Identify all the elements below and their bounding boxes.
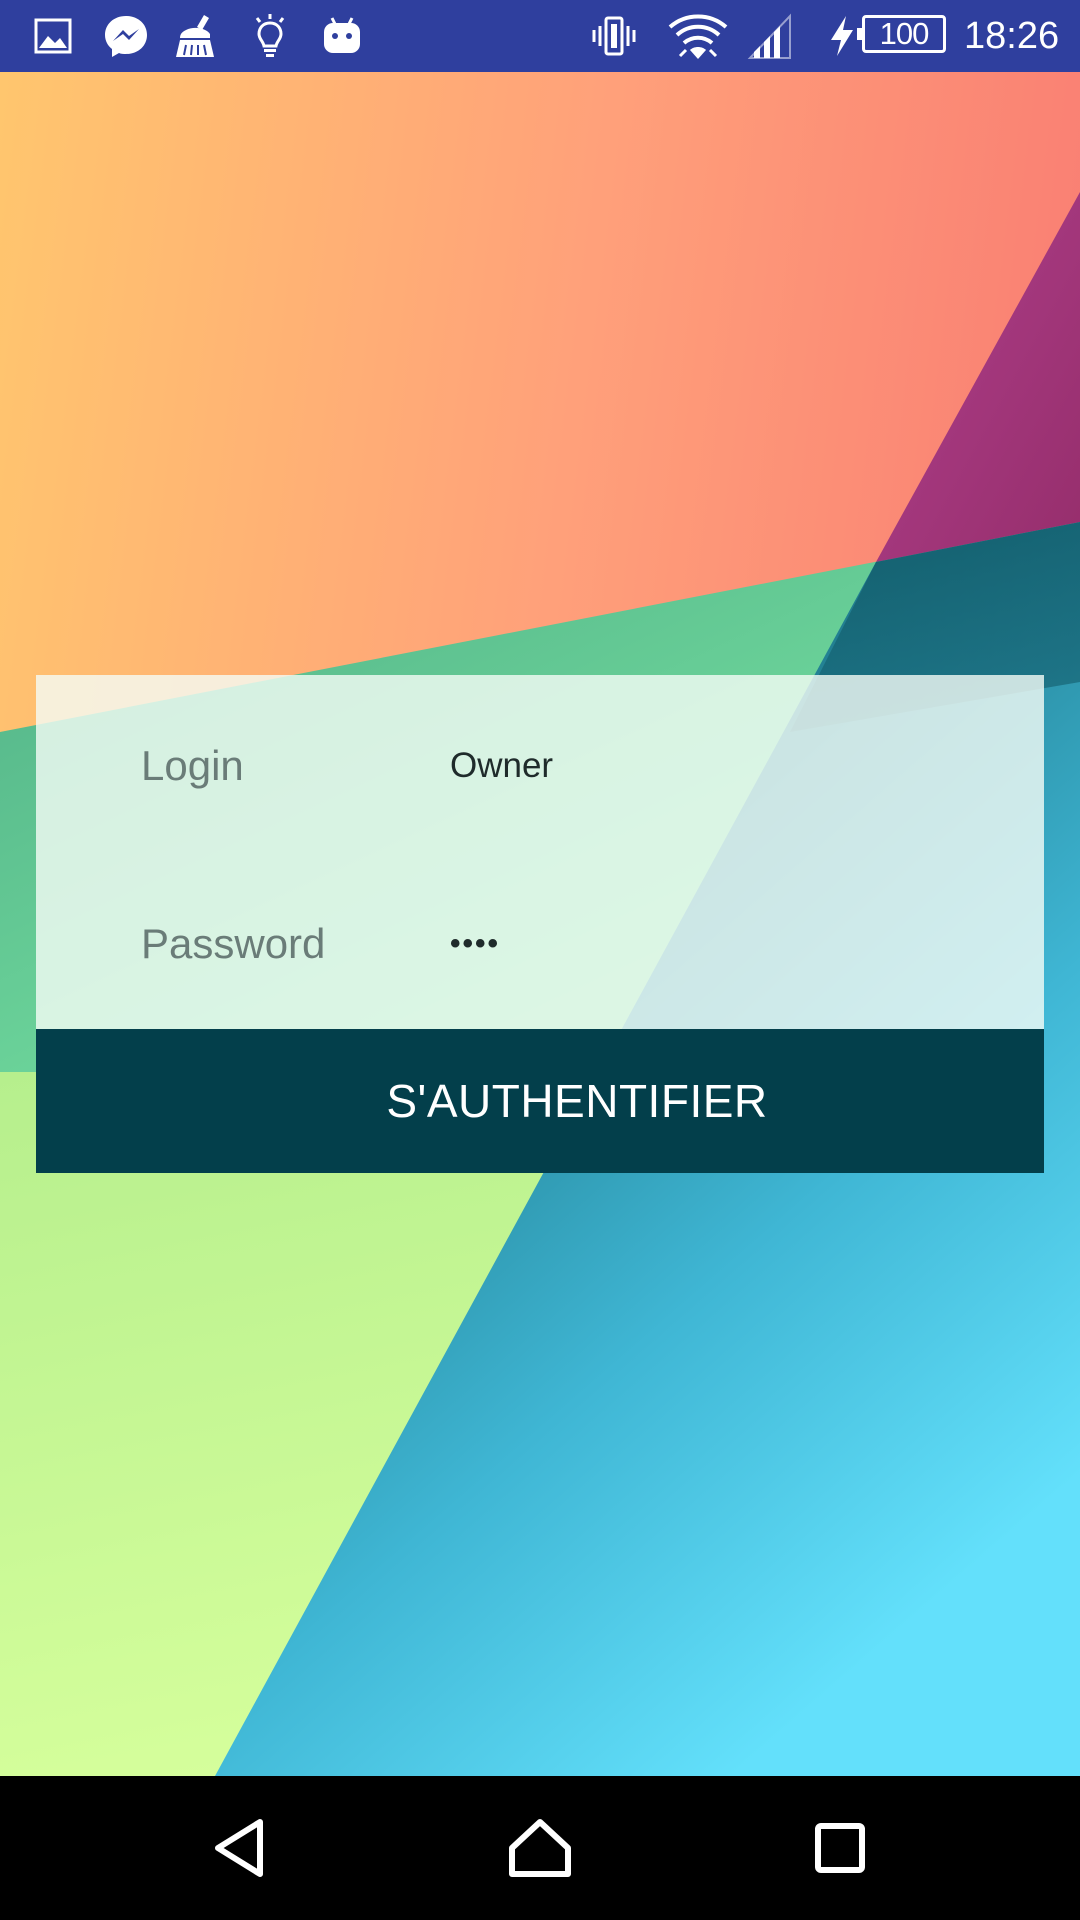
home-icon[interactable]	[504, 1812, 576, 1884]
password-label: Password	[141, 920, 326, 967]
android-icon	[318, 12, 366, 60]
clock: 18:26	[964, 15, 1060, 57]
login-screen: 100 18:26 Login Owner Password •••• S'AU…	[0, 0, 1080, 1920]
login-label: Login	[141, 742, 244, 789]
password-input[interactable]	[450, 914, 1010, 974]
signal-icon	[746, 12, 794, 60]
password-field-row: Password	[36, 904, 1044, 984]
messenger-icon	[102, 12, 150, 60]
cleaner-icon	[172, 12, 220, 60]
recents-icon[interactable]	[804, 1812, 876, 1884]
gallery-icon	[30, 12, 78, 60]
vibrate-icon	[590, 12, 638, 60]
wifi-icon	[668, 12, 728, 60]
authenticate-button-label: S'AUTHENTIFIER	[386, 1075, 768, 1127]
charging-icon	[826, 12, 858, 60]
navigation-bar	[0, 1776, 1080, 1920]
battery-level: 100	[879, 16, 930, 51]
login-form: Login Password	[36, 675, 1044, 1029]
status-bar: 100 18:26	[0, 0, 1080, 72]
login-input[interactable]	[450, 736, 1010, 796]
back-icon[interactable]	[206, 1812, 278, 1884]
lightbulb-icon	[246, 12, 294, 60]
battery-icon: 100	[857, 15, 946, 53]
login-field-row: Login	[36, 726, 1044, 806]
authenticate-button[interactable]: S'AUTHENTIFIER	[36, 1029, 1044, 1173]
